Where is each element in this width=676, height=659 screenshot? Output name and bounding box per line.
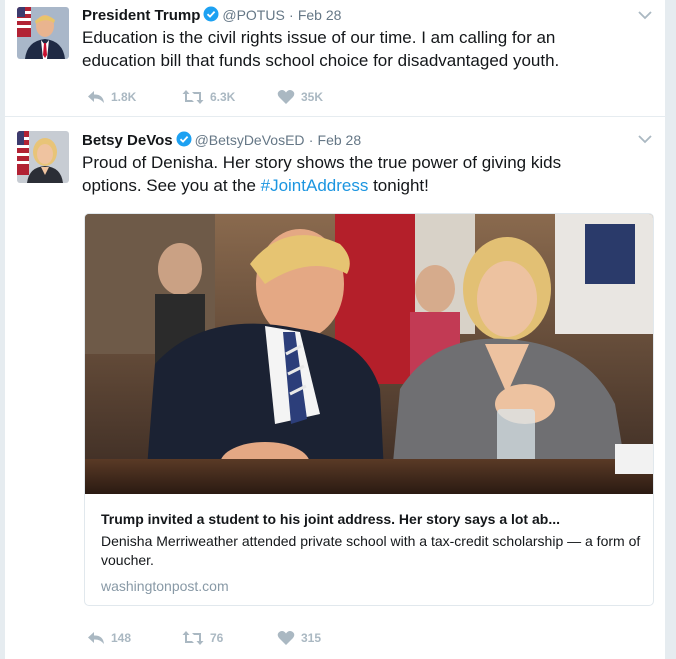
retweet-count: 6.3K bbox=[210, 90, 236, 104]
verified-badge-icon bbox=[176, 131, 192, 153]
heart-icon bbox=[277, 631, 295, 645]
tweet-date[interactable]: Feb 28 bbox=[318, 132, 362, 148]
reply-icon bbox=[88, 91, 104, 103]
reply-button[interactable]: 1.8K bbox=[87, 89, 182, 105]
card-description: Denisha Merriweather attended private sc… bbox=[101, 533, 641, 568]
hashtag-link[interactable]: #JointAddress bbox=[261, 176, 369, 195]
reply-count: 1.8K bbox=[111, 90, 137, 104]
reply-count: 148 bbox=[111, 631, 132, 645]
reply-button[interactable]: 148 bbox=[87, 630, 182, 646]
card-domain[interactable]: washingtonpost.com bbox=[101, 578, 229, 594]
tweet[interactable]: President Trump @POTUS · Feb 28 Education… bbox=[5, 0, 667, 117]
retweet-count: 76 bbox=[210, 631, 224, 645]
tweet-actions: 1.8K 6.3K 35K bbox=[87, 87, 367, 107]
tweet-text: Education is the civil rights issue of o… bbox=[82, 28, 560, 70]
separator: · bbox=[308, 132, 314, 148]
link-card[interactable]: Trump invited a student to his joint add… bbox=[84, 213, 654, 606]
retweet-icon bbox=[182, 90, 204, 104]
like-button[interactable]: 35K bbox=[277, 89, 367, 105]
tweet-text-tail: tonight! bbox=[368, 176, 429, 195]
tweet-header: Betsy DeVos @BetsyDeVosED · Feb 28 bbox=[82, 130, 361, 153]
like-count: 35K bbox=[301, 90, 324, 104]
timeline: President Trump @POTUS · Feb 28 Education… bbox=[4, 0, 667, 659]
chevron-down-icon[interactable] bbox=[637, 132, 653, 144]
like-count: 315 bbox=[301, 631, 322, 645]
tweet-text: Proud of Denisha. Her story shows the tr… bbox=[82, 151, 622, 197]
tweet[interactable]: Betsy DeVos @BetsyDeVosED · Feb 28 Proud … bbox=[5, 118, 667, 659]
reply-icon bbox=[88, 632, 104, 644]
heart-icon bbox=[277, 90, 295, 104]
card-title[interactable]: Trump invited a student to his joint add… bbox=[101, 511, 641, 527]
tweet-actions: 148 76 315 bbox=[87, 628, 367, 648]
retweet-button[interactable]: 6.3K bbox=[182, 89, 277, 105]
retweet-button[interactable]: 76 bbox=[182, 630, 277, 646]
user-handle[interactable]: @POTUS bbox=[222, 7, 284, 23]
chevron-down-icon[interactable] bbox=[637, 8, 653, 20]
avatar[interactable] bbox=[17, 131, 69, 183]
user-handle[interactable]: @BetsyDeVosED bbox=[195, 132, 305, 148]
tweet-date[interactable]: Feb 28 bbox=[298, 7, 342, 23]
tweet-header: President Trump @POTUS · Feb 28 bbox=[82, 5, 341, 28]
avatar[interactable] bbox=[17, 7, 69, 59]
display-name[interactable]: President Trump bbox=[82, 7, 200, 24]
like-button[interactable]: 315 bbox=[277, 630, 367, 646]
card-image[interactable] bbox=[85, 214, 653, 494]
separator: · bbox=[288, 7, 294, 23]
retweet-icon bbox=[182, 631, 204, 645]
display-name[interactable]: Betsy DeVos bbox=[82, 132, 173, 149]
verified-badge-icon bbox=[203, 6, 219, 28]
